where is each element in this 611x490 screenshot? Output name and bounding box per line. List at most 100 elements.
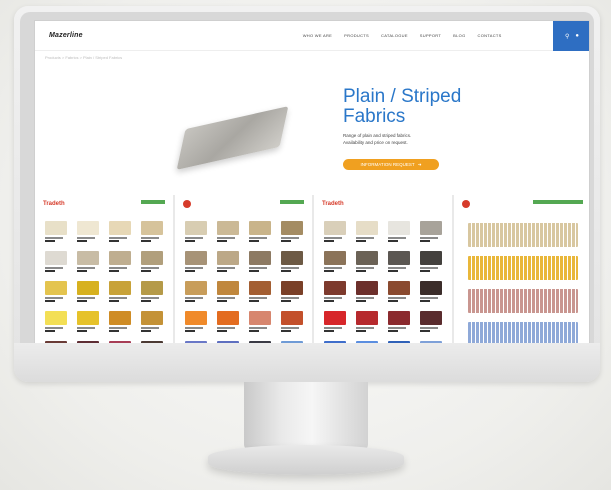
fabric-swatch[interactable] [184, 311, 207, 332]
swatch-caption [356, 237, 374, 239]
fabric-swatch[interactable] [45, 281, 67, 302]
breadcrumb[interactable]: Products > Fabrics > Plain / Striped Fab… [45, 55, 122, 60]
fabric-swatch[interactable] [248, 251, 271, 272]
fabric-swatch[interactable] [356, 311, 378, 332]
fabric-swatch[interactable] [248, 281, 271, 302]
fabric-swatch[interactable] [356, 251, 378, 272]
swatch-code [388, 270, 398, 272]
swatch-color [248, 251, 271, 265]
fabric-swatch[interactable] [109, 251, 131, 272]
fabric-swatch[interactable] [109, 281, 131, 302]
swatch-code [248, 240, 259, 242]
fabric-swatch[interactable] [280, 251, 303, 272]
fabric-swatch[interactable] [248, 311, 271, 332]
fabric-swatch[interactable] [280, 221, 303, 242]
fabric-swatch[interactable] [77, 281, 99, 302]
fabric-swatch[interactable] [216, 311, 239, 332]
fabric-swatch[interactable] [388, 311, 410, 332]
swatch-color [109, 251, 131, 265]
swatch-caption [141, 297, 159, 299]
fabric-swatch[interactable] [77, 221, 99, 242]
information-request-button[interactable]: INFORMATION REQUEST ➜ [343, 159, 439, 170]
swatch-code [324, 270, 334, 272]
swatch-caption [184, 267, 203, 269]
swatch-code [141, 270, 151, 272]
fabric-swatch[interactable] [141, 251, 163, 272]
swatch-caption [420, 297, 438, 299]
catalogue-panels: Tradeth Tradeth [35, 195, 589, 349]
swatch-code [109, 270, 119, 272]
stripe-fabric-sample[interactable] [467, 256, 578, 280]
fabric-swatch[interactable] [77, 311, 99, 332]
fabric-swatch[interactable] [45, 221, 67, 242]
swatch-code [184, 300, 195, 302]
nav-item-support[interactable]: SUPPORT [420, 33, 441, 38]
swatch-code [420, 300, 430, 302]
stripe-fabric-sample[interactable] [467, 223, 578, 247]
fabric-swatch[interactable] [420, 311, 442, 332]
swatch-code [141, 240, 151, 242]
fabric-swatch[interactable] [356, 281, 378, 302]
swatch-code [216, 240, 227, 242]
nav-item-products[interactable]: PRODUCTS [344, 33, 369, 38]
fabric-swatch[interactable] [388, 221, 410, 242]
swatch-caption [324, 327, 342, 329]
nav-item-contacts[interactable]: CONTACTS [478, 33, 502, 38]
fabric-swatch[interactable] [109, 221, 131, 242]
search-icon[interactable]: ⚲ [565, 33, 569, 40]
swatch-color [184, 221, 207, 235]
swatch-caption [77, 237, 95, 239]
fabric-swatch[interactable] [184, 281, 207, 302]
swatch-caption [184, 327, 203, 329]
fabric-swatch[interactable] [324, 251, 346, 272]
swatch-color [109, 281, 131, 295]
fabric-swatch[interactable] [324, 281, 346, 302]
fabric-swatch[interactable] [420, 281, 442, 302]
swatch-caption [109, 267, 127, 269]
panel-tag [280, 200, 304, 204]
swatch-grid [324, 221, 442, 349]
swatch-color [216, 311, 239, 325]
swatch-code [324, 300, 334, 302]
fabric-swatch[interactable] [184, 251, 207, 272]
fabric-swatch[interactable] [141, 311, 163, 332]
fabric-swatch[interactable] [388, 251, 410, 272]
fabric-swatch[interactable] [356, 221, 378, 242]
fabric-swatch[interactable] [184, 221, 207, 242]
fabric-swatch[interactable] [420, 221, 442, 242]
swatch-caption [420, 237, 438, 239]
swatch-color [45, 281, 67, 295]
swatch-code [420, 240, 430, 242]
fabric-swatch[interactable] [420, 251, 442, 272]
fabric-swatch[interactable] [280, 311, 303, 332]
catalogue-panel-1: Tradeth [35, 195, 173, 349]
nav-item-blog[interactable]: BLOG [453, 33, 465, 38]
fabric-swatch[interactable] [324, 221, 346, 242]
fabric-swatch[interactable] [77, 251, 99, 272]
nav-item-who-we-are[interactable]: WHO WE ARE [303, 33, 332, 38]
nav-item-catalogue[interactable]: CATALOGUE [381, 33, 408, 38]
swatch-caption [77, 267, 95, 269]
fabric-swatch[interactable] [141, 281, 163, 302]
fabric-swatch[interactable] [324, 311, 346, 332]
fabric-swatch[interactable] [216, 221, 239, 242]
swatch-caption [77, 297, 95, 299]
swatch-code [141, 330, 151, 332]
stripe-fabric-sample[interactable] [467, 289, 578, 313]
fabric-swatch[interactable] [248, 221, 271, 242]
swatch-color [324, 281, 346, 295]
swatch-caption [280, 297, 299, 299]
swatch-color [388, 221, 410, 235]
site-logo[interactable]: Mazerline [49, 32, 83, 39]
language-flag-icon[interactable]: ● [575, 33, 579, 39]
fabric-swatch[interactable] [109, 311, 131, 332]
swatch-code [77, 270, 87, 272]
fabric-swatch[interactable] [388, 281, 410, 302]
fabric-swatch[interactable] [216, 251, 239, 272]
fabric-swatch[interactable] [280, 281, 303, 302]
fabric-swatch[interactable] [216, 281, 239, 302]
fabric-swatch[interactable] [45, 251, 67, 272]
swatch-color [216, 281, 239, 295]
fabric-swatch[interactable] [45, 311, 67, 332]
fabric-swatch[interactable] [141, 221, 163, 242]
